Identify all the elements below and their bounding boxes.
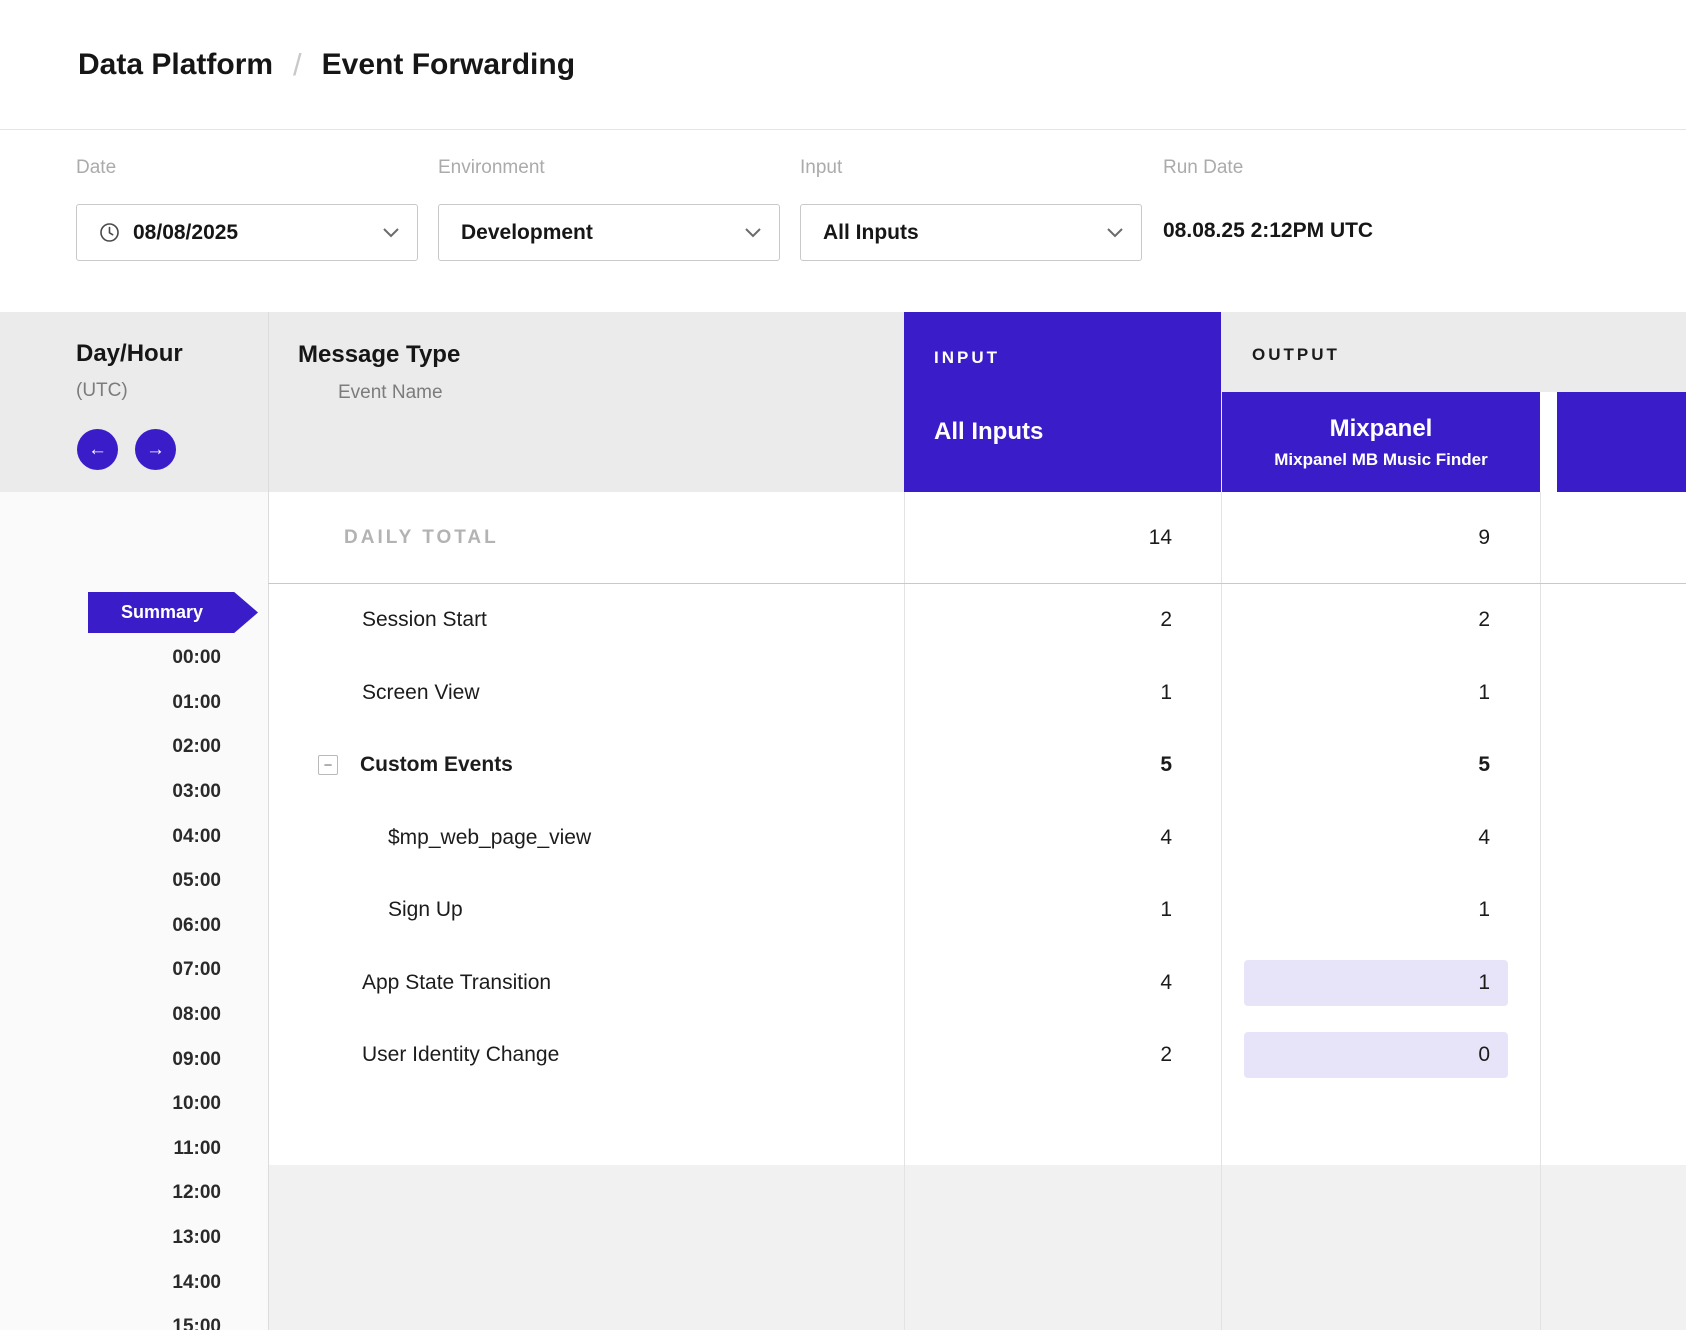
row-label: $mp_web_page_view — [388, 802, 591, 875]
arrow-left-icon: ← — [88, 440, 107, 459]
input-value-cell: 2 — [904, 584, 1221, 657]
daily-total-label: DAILY TOTAL — [344, 492, 499, 584]
output-column-header-partial — [1557, 392, 1686, 492]
hour-item-1200[interactable]: 12:00 — [0, 1171, 221, 1216]
output-highlight-cell[interactable]: 1 — [1244, 960, 1508, 1006]
output-value: 5 — [1244, 742, 1508, 788]
row-label: Custom Events — [360, 729, 513, 802]
chevron-down-icon — [383, 228, 399, 238]
day-hour-subtitle: (UTC) — [76, 380, 128, 402]
input-value-cell: 5 — [904, 729, 1221, 802]
breadcrumb-item-data-platform[interactable]: Data Platform — [78, 48, 273, 82]
day-hour-title: Day/Hour — [76, 340, 183, 368]
hour-item-1100[interactable]: 11:00 — [0, 1127, 221, 1172]
environment-select[interactable]: Development — [438, 204, 780, 261]
output-value: 2 — [1244, 597, 1508, 643]
row-label: User Identity Change — [362, 1019, 559, 1092]
column-gap — [1540, 392, 1557, 492]
date-select[interactable]: 08/08/2025 — [76, 204, 418, 261]
output-value-cell: 4 — [1222, 802, 1540, 875]
output-value-cell: 1 — [1222, 947, 1540, 1020]
output-value-cell: 5 — [1222, 729, 1540, 802]
output-value: 1 — [1244, 670, 1508, 716]
collapse-toggle-icon[interactable]: − — [318, 755, 338, 775]
output-value-cell: 1 — [1222, 874, 1540, 947]
input-column-name: All Inputs — [934, 418, 1043, 446]
hour-item-1500[interactable]: 15:00 — [0, 1305, 221, 1330]
event-name-subtitle: Event Name — [338, 382, 443, 404]
input-value-cell: 2 — [904, 1019, 1221, 1092]
grid-header: Day/Hour (UTC) ← → Message Type Event Na… — [0, 312, 1686, 492]
clock-icon — [99, 222, 120, 243]
output-value: 4 — [1244, 815, 1508, 861]
row-label: App State Transition — [362, 947, 551, 1020]
table-row: $mp_web_page_view 44 — [0, 802, 1686, 875]
input-column-header: INPUT All Inputs — [904, 312, 1221, 492]
environment-select-value: Development — [461, 221, 593, 245]
table-row: App State Transition 41 — [0, 947, 1686, 1020]
table-row: Session Start 22 — [0, 584, 1686, 657]
event-forwarding-page: Data Platform / Event Forwarding Date En… — [0, 0, 1686, 1330]
output-value-cell: 1 — [1222, 657, 1540, 730]
next-day-button[interactable]: → — [135, 429, 176, 470]
hour-item-1400[interactable]: 14:00 — [0, 1260, 221, 1305]
chevron-down-icon — [1107, 228, 1123, 238]
output-column-subtitle: Mixpanel MB Music Finder — [1274, 450, 1487, 470]
daily-total-row: DAILY TOTAL 14 9 — [0, 492, 1686, 584]
table-row: Sign Up 11 — [0, 874, 1686, 947]
output-highlight-cell[interactable]: 0 — [1244, 1032, 1508, 1078]
row-label: Screen View — [362, 657, 480, 730]
output-column-header-mixpanel[interactable]: Mixpanel Mixpanel MB Music Finder — [1222, 392, 1540, 492]
arrow-right-icon: → — [146, 440, 165, 459]
event-rows: Session Start22Screen View11−Custom Even… — [0, 584, 1686, 1092]
table-row: Screen View 11 — [0, 657, 1686, 730]
message-type-title: Message Type — [298, 341, 460, 369]
output-value-cell: 2 — [1222, 584, 1540, 657]
input-filter-label: Input — [800, 157, 842, 179]
date-filter-label: Date — [76, 157, 116, 179]
run-date-value: 08.08.25 2:12PM UTC — [1163, 219, 1373, 243]
output-value-cell: 0 — [1222, 1019, 1540, 1092]
input-value-cell: 1 — [904, 657, 1221, 730]
chevron-down-icon — [745, 228, 761, 238]
input-select[interactable]: All Inputs — [800, 204, 1142, 261]
environment-filter-label: Environment — [438, 157, 545, 179]
row-label: Sign Up — [388, 874, 463, 947]
input-column-label: INPUT — [934, 348, 1000, 368]
output-column-name: Mixpanel — [1330, 415, 1433, 443]
breadcrumb: Data Platform / Event Forwarding — [0, 0, 1686, 130]
table-footer-area — [268, 1165, 1686, 1330]
daily-total-output-cell: 9 — [1222, 492, 1540, 584]
input-value-cell: 4 — [904, 947, 1221, 1020]
breadcrumb-separator: / — [293, 47, 302, 83]
input-value-cell: 1 — [904, 874, 1221, 947]
output-section-label: OUTPUT — [1252, 345, 1340, 365]
run-date-label: Run Date — [1163, 157, 1243, 179]
prev-day-button[interactable]: ← — [77, 429, 118, 470]
daily-total-input-value: 14 — [904, 492, 1221, 584]
hour-item-1300[interactable]: 13:00 — [0, 1216, 221, 1261]
table-row: − Custom Events 55 — [0, 729, 1686, 802]
date-select-value: 08/08/2025 — [133, 221, 238, 245]
input-value-cell: 4 — [904, 802, 1221, 875]
filter-bar: Date Environment Input Run Date 08/08/20… — [0, 130, 1686, 312]
table-row: User Identity Change 20 — [0, 1019, 1686, 1092]
input-select-value: All Inputs — [823, 221, 919, 245]
breadcrumb-item-event-forwarding: Event Forwarding — [322, 48, 575, 82]
output-value: 1 — [1244, 887, 1508, 933]
daily-total-output-value: 9 — [1244, 515, 1508, 561]
row-label: Session Start — [362, 584, 487, 657]
